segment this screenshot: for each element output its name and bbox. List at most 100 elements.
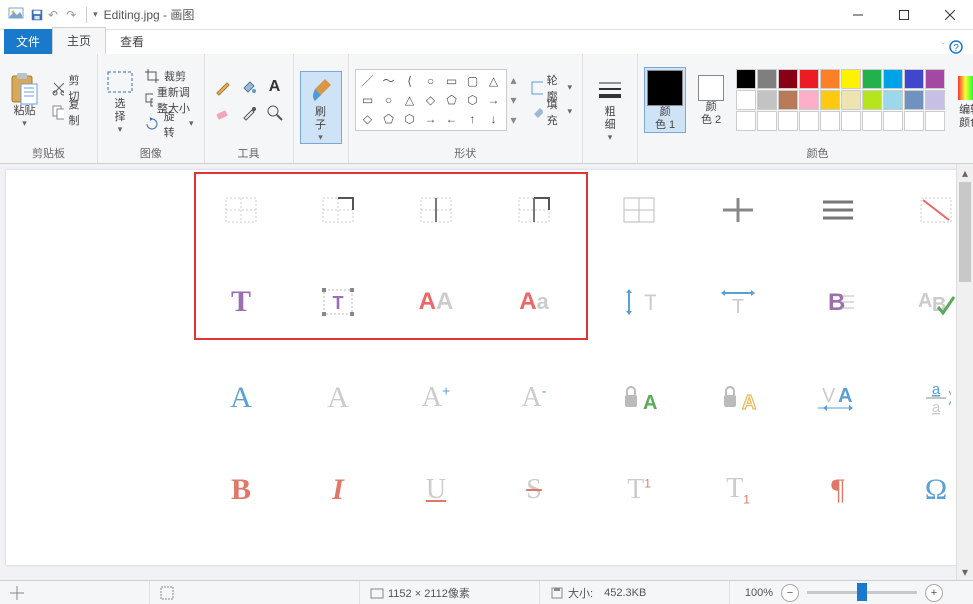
grid-corner [318, 190, 358, 230]
ribbon: 粘贴▾ 剪切 复制 剪贴板 选 择▾ 裁剪 重新调整大小 旋转 ▾ 图像 [0, 54, 973, 164]
status-selection [150, 581, 360, 604]
lines-horizontal [818, 190, 858, 230]
letter-U-underline: U [416, 470, 456, 510]
color1-button[interactable]: 颜 色 1 [644, 67, 686, 133]
select-button[interactable]: 选 择▾ [104, 64, 136, 135]
help-icon[interactable]: ? [949, 40, 963, 54]
canvas[interactable]: 河东软件园 www.pc0359.cn TTAAAaTTBABAAA+A-AAV… [6, 170, 966, 565]
shapes-more[interactable]: ▾ [511, 113, 523, 127]
palette-swatch[interactable] [736, 111, 756, 131]
scroll-up-icon[interactable]: ▴ [957, 164, 973, 181]
brush-button[interactable]: 刷 子▾ [300, 71, 342, 144]
close-button[interactable] [927, 0, 973, 30]
group-clipboard: 粘贴▾ 剪切 复制 剪贴板 [0, 54, 98, 163]
disk-icon [550, 586, 564, 600]
rotate-button[interactable]: 旋转 ▾ [140, 113, 198, 135]
palette-swatch[interactable] [820, 111, 840, 131]
pilcrow-red: ¶ [818, 470, 858, 510]
palette-swatch[interactable] [925, 111, 945, 131]
palette-swatch[interactable] [862, 90, 882, 110]
status-filesize: 大小: 452.3KB [540, 581, 730, 604]
shapes-gallery[interactable]: ／〜⟨○▭▢△ ▭○△◇⬠⬡→ ◇⬠⬡→←↑↓ [355, 69, 507, 131]
fill-tool[interactable] [237, 75, 261, 99]
collapse-ribbon-icon[interactable]: ˇ [941, 40, 945, 54]
edit-colors-button[interactable]: 编辑 颜色 [949, 70, 973, 130]
paste-button[interactable]: 粘贴▾ [6, 71, 43, 129]
palette-swatch[interactable] [925, 69, 945, 89]
palette-swatch[interactable] [778, 69, 798, 89]
letter-I-red-italic: I [318, 470, 358, 510]
size-button[interactable]: 粗 细▾ [589, 72, 631, 143]
qat-save-icon[interactable] [30, 8, 44, 22]
letter-A-plus: A+ [416, 378, 456, 418]
palette-swatch[interactable] [841, 69, 861, 89]
palette-swatch[interactable] [841, 111, 861, 131]
palette-swatch[interactable] [862, 69, 882, 89]
group-label-image: 图像 [140, 141, 162, 163]
tab-file[interactable]: 文件 [4, 29, 52, 54]
qat-redo-icon: ↷ [66, 8, 76, 22]
grid-dashed [221, 190, 261, 230]
canvas-viewport[interactable]: 河东软件园 www.pc0359.cn TTAAAaTTBABAAA+A-AAV… [0, 164, 973, 580]
palette-swatch[interactable] [799, 111, 819, 131]
palette-swatch[interactable] [757, 69, 777, 89]
lock-A-yellow: A [718, 378, 758, 418]
palette-swatch[interactable] [883, 69, 903, 89]
zoom-slider[interactable] [807, 591, 917, 594]
pencil-tool[interactable] [211, 75, 235, 99]
eraser-tool[interactable] [211, 101, 235, 125]
copy-button[interactable]: 复制 [47, 101, 91, 123]
group-label-shapes: 形状 [454, 141, 476, 163]
shape-fill-button[interactable]: 填充 ▾ [526, 101, 576, 123]
grid-plus-bold [718, 190, 758, 230]
window-title: Editing.jpg - 画图 [104, 6, 195, 23]
color-palette[interactable] [736, 69, 945, 131]
tab-view[interactable]: 查看 [106, 29, 158, 54]
palette-swatch[interactable] [904, 111, 924, 131]
letter-B-lines-purple: B [818, 282, 858, 322]
status-cursor-pos [0, 581, 150, 604]
color2-button[interactable]: 颜 色 2 [690, 73, 732, 127]
palette-swatch[interactable] [925, 90, 945, 110]
shapes-scroll-down[interactable]: ▾ [511, 93, 523, 107]
palette-swatch[interactable] [778, 111, 798, 131]
qat-undo-icon: ↶ [48, 8, 58, 22]
maximize-button[interactable] [881, 0, 927, 30]
lock-A-green: A [619, 378, 659, 418]
palette-swatch[interactable] [820, 90, 840, 110]
zoom-out-button[interactable]: − [781, 584, 799, 602]
palette-swatch[interactable] [799, 69, 819, 89]
palette-swatch[interactable] [904, 69, 924, 89]
palette-swatch[interactable] [841, 90, 861, 110]
scrollbar-vertical[interactable]: ▴ ▾ [956, 164, 973, 580]
title-bar: ↶ ↷ ▾ Editing.jpg - 画图 [0, 0, 973, 30]
editing-icon-grid: TTAAAaTTBABAAA+A-AAVAaaBIUST1T1¶Ω [6, 170, 966, 565]
palette-swatch[interactable] [904, 90, 924, 110]
palette-swatch[interactable] [757, 90, 777, 110]
group-label-tools: 工具 [238, 141, 260, 163]
palette-swatch[interactable] [736, 90, 756, 110]
magnifier-tool[interactable] [263, 101, 287, 125]
text-tool[interactable]: A [263, 75, 287, 99]
letter-A-blue: A [221, 378, 261, 418]
palette-swatch[interactable] [736, 69, 756, 89]
palette-swatch[interactable] [778, 90, 798, 110]
minimize-button[interactable] [835, 0, 881, 30]
picker-tool[interactable] [237, 101, 261, 125]
palette-swatch[interactable] [883, 111, 903, 131]
palette-swatch[interactable] [757, 111, 777, 131]
qat-dropdown-icon[interactable]: ▾ [93, 9, 98, 20]
shapes-scroll-up[interactable]: ▴ [511, 73, 523, 87]
palette-swatch[interactable] [820, 69, 840, 89]
grid-plus-corner [514, 190, 554, 230]
scrollbar-thumb[interactable] [959, 182, 971, 282]
zoom-in-button[interactable]: + [925, 584, 943, 602]
group-label-clipboard: 剪贴板 [32, 141, 65, 163]
palette-swatch[interactable] [862, 111, 882, 131]
palette-swatch[interactable] [799, 90, 819, 110]
arrows-vertical-T: T [619, 282, 659, 322]
palette-swatch[interactable] [883, 90, 903, 110]
scroll-down-icon[interactable]: ▾ [957, 563, 973, 580]
svg-text:T: T [732, 296, 744, 317]
tab-home[interactable]: 主页 [52, 27, 106, 54]
